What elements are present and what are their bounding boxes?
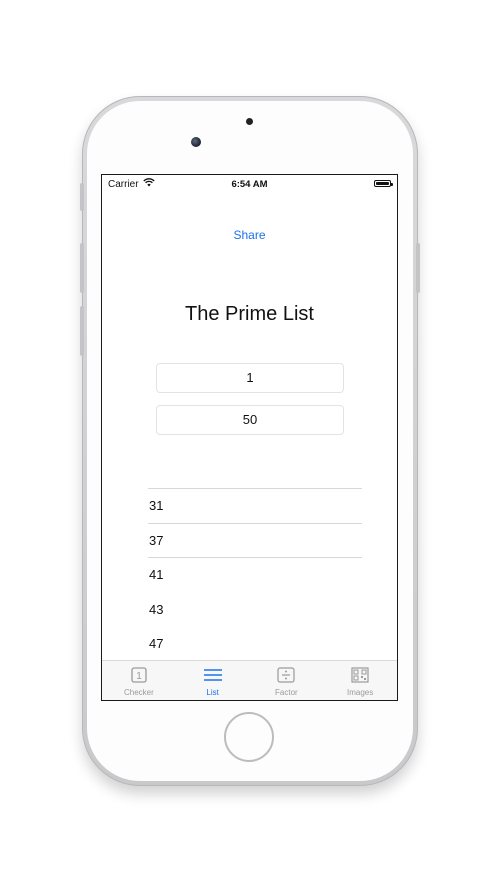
tab-bar: 1 Checker List Factor Images	[102, 660, 397, 700]
list-item[interactable]: 37	[148, 522, 362, 558]
volume-up-button	[80, 243, 84, 293]
proximity-sensor	[246, 118, 253, 125]
front-camera-icon	[191, 137, 201, 147]
tab-factor[interactable]: Factor	[250, 661, 324, 700]
tab-list[interactable]: List	[176, 661, 250, 700]
list-lines-icon	[203, 669, 222, 681]
list-item[interactable]: 31	[148, 488, 362, 523]
tab-factor-label: Factor	[275, 688, 298, 697]
range-start-field[interactable]: 1	[156, 363, 344, 393]
divide-icon	[277, 667, 295, 683]
app-screen: Carrier 6:54 AM Share The Prime List 1 5…	[101, 174, 398, 701]
share-button[interactable]: Share	[102, 228, 397, 242]
prime-list[interactable]: 31 37 41 43 47	[148, 488, 362, 661]
svg-text:1: 1	[136, 671, 142, 682]
battery-icon	[374, 180, 393, 187]
list-item[interactable]: 47	[148, 626, 362, 661]
tab-checker[interactable]: 1 Checker	[102, 661, 176, 700]
power-button	[416, 243, 420, 293]
page-title: The Prime List	[185, 303, 314, 325]
status-time: 6:54 AM	[231, 179, 268, 190]
tab-images[interactable]: Images	[323, 661, 397, 700]
qr-image-icon	[351, 667, 369, 683]
list-item[interactable]: 43	[148, 592, 362, 627]
volume-down-button	[80, 306, 84, 356]
tab-checker-label: Checker	[123, 688, 154, 697]
number-1-icon: 1	[131, 667, 147, 683]
status-bar: Carrier 6:54 AM	[102, 175, 397, 193]
range-end-field[interactable]: 50	[156, 405, 344, 435]
tab-images-label: Images	[347, 688, 374, 697]
silent-switch	[80, 183, 84, 211]
home-button[interactable]	[224, 712, 274, 762]
list-item[interactable]: 41	[148, 557, 362, 592]
tab-list-label: List	[206, 688, 219, 697]
